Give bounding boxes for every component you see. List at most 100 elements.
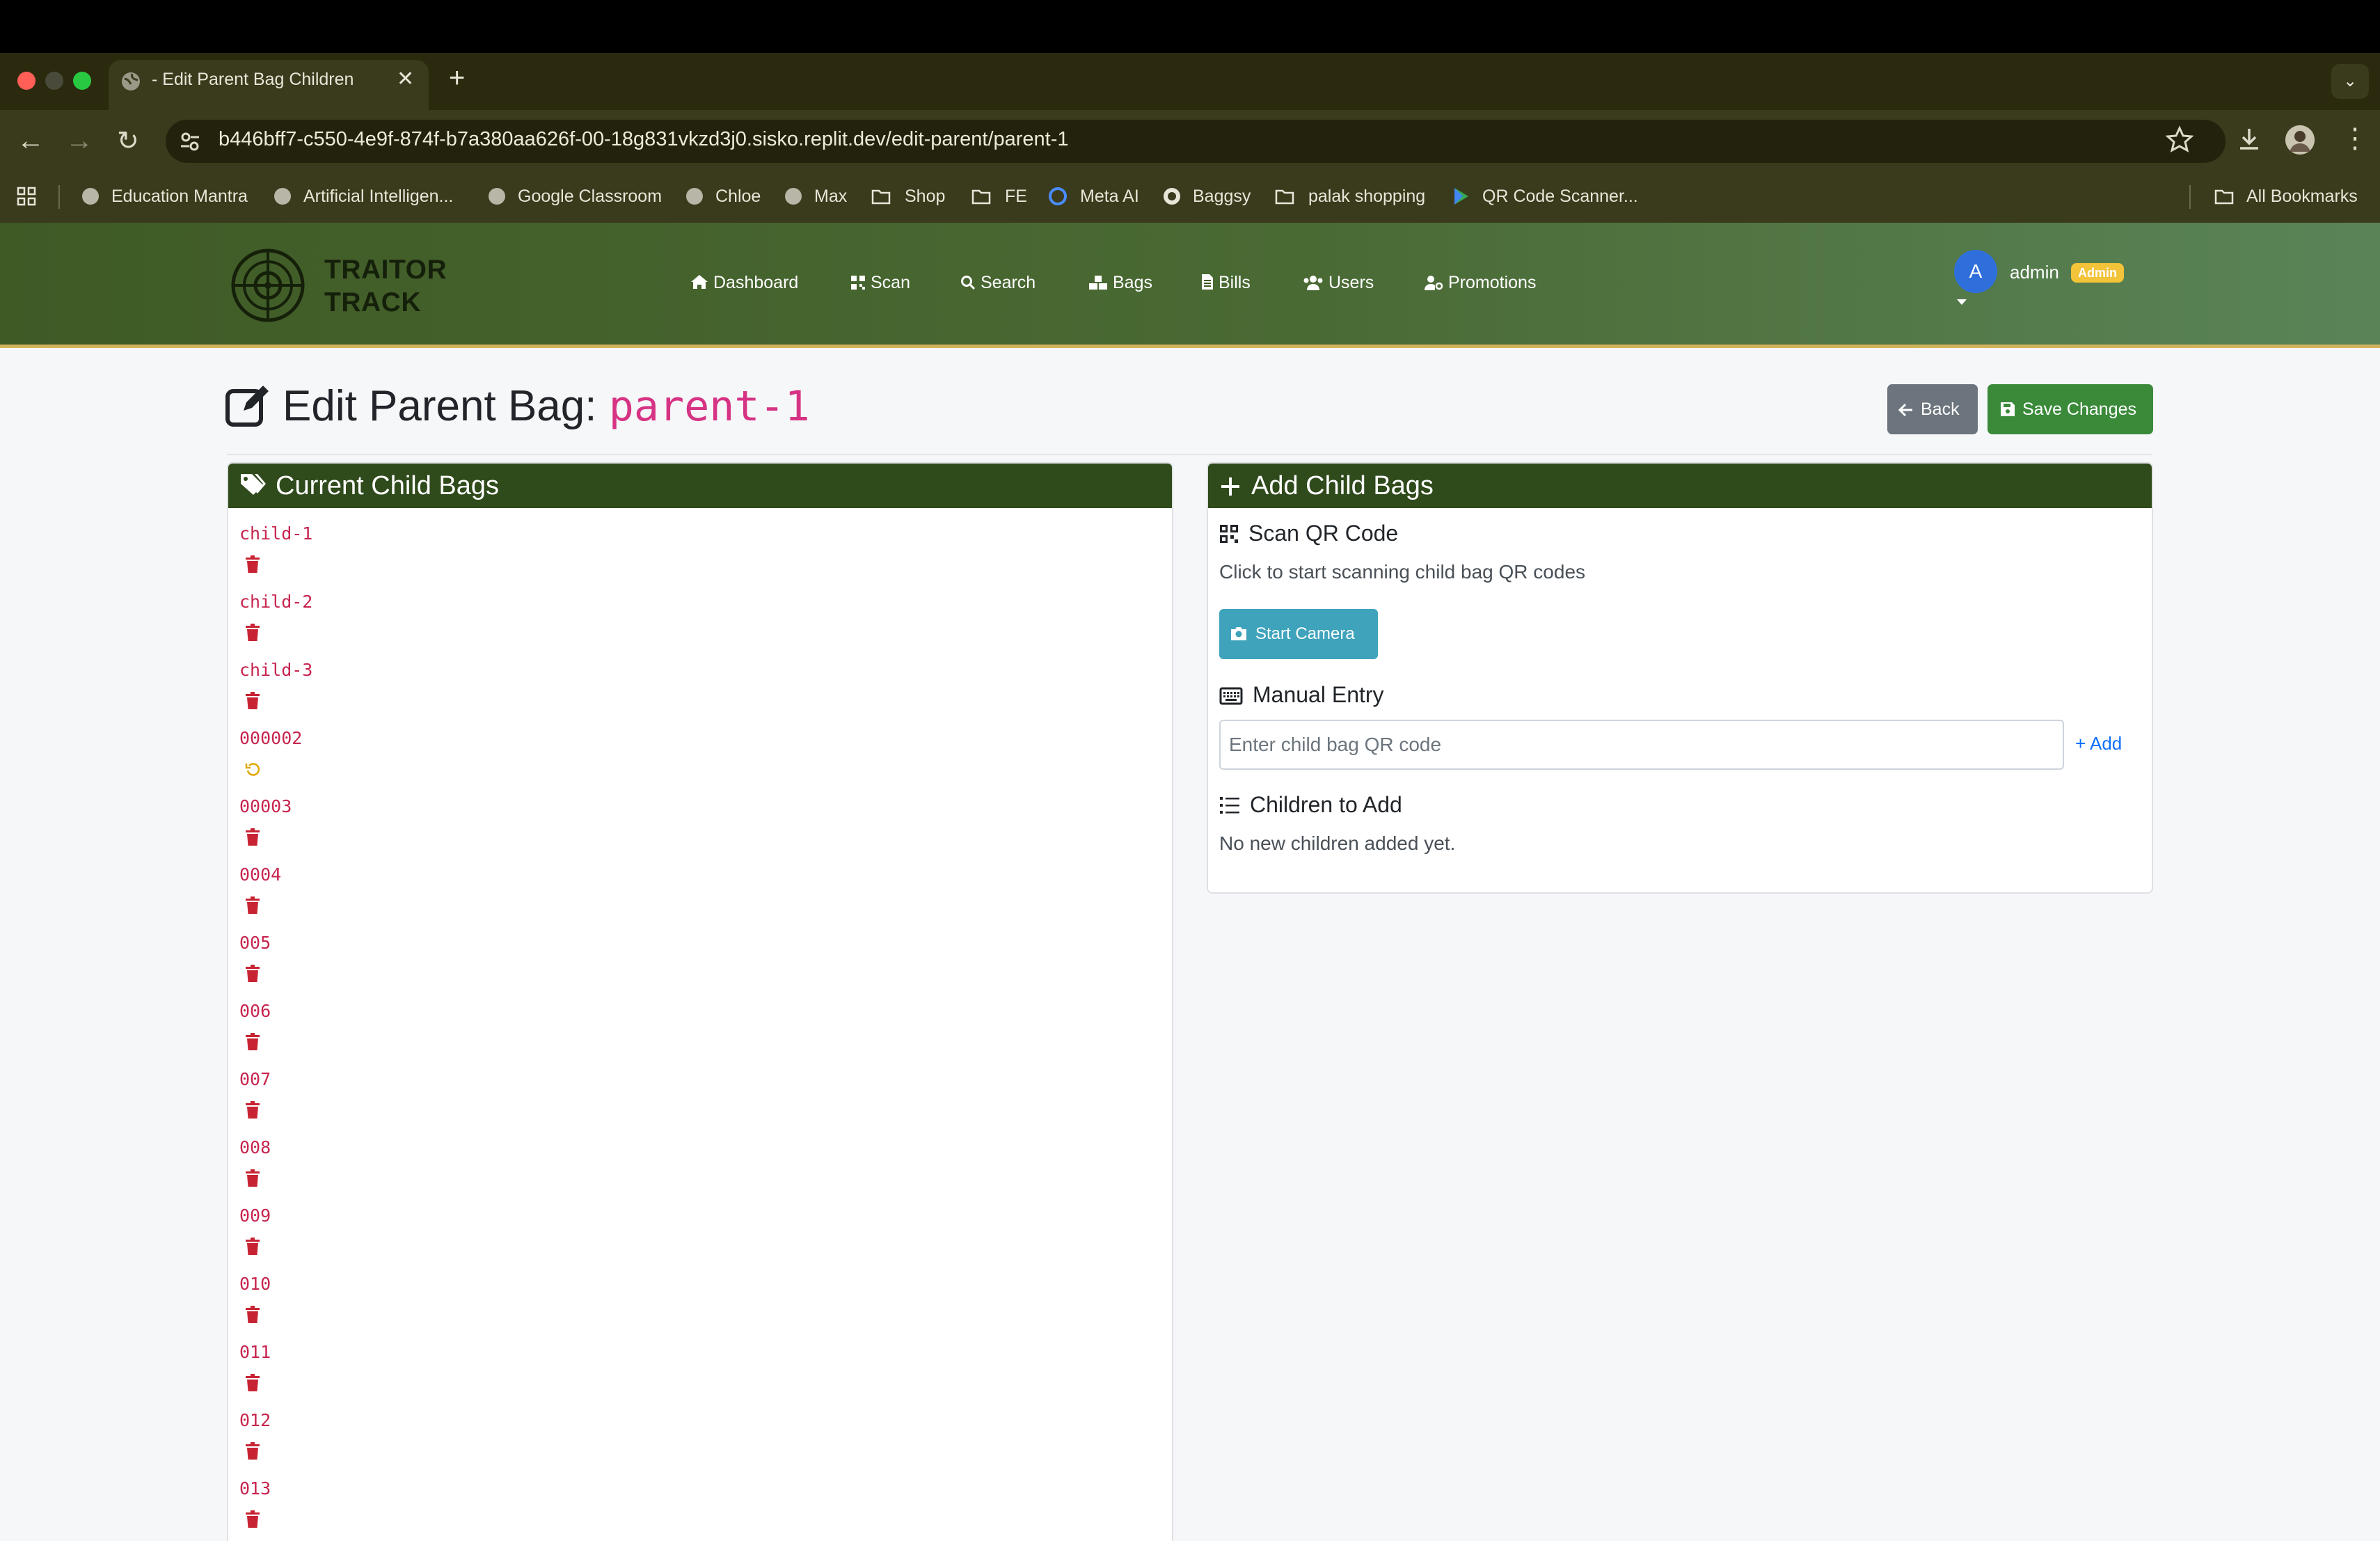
child-bag-code: child-3: [239, 660, 313, 680]
child-bag-code: 007: [239, 1069, 271, 1089]
nav-users[interactable]: Users: [1303, 273, 1374, 293]
maximize-window-button[interactable]: [73, 72, 91, 90]
tags-icon: [241, 474, 266, 495]
save-icon: [2001, 402, 2015, 416]
back-arrow-icon[interactable]: ←: [17, 125, 45, 157]
child-qr-input[interactable]: [1219, 720, 2064, 770]
reload-icon[interactable]: ↻: [117, 125, 139, 157]
bookmark-star-icon[interactable]: [2166, 125, 2193, 153]
user-menu-caret-icon[interactable]: [1957, 299, 1967, 305]
close-tab-icon[interactable]: ✕: [397, 67, 414, 91]
bookmark-item[interactable]: QR Code Scanner...: [1482, 187, 1638, 207]
nav-dashboard[interactable]: Dashboard: [690, 273, 798, 293]
globe-icon: [82, 188, 99, 205]
user-avatar[interactable]: A: [1954, 250, 1997, 293]
bookmark-item[interactable]: Google Classroom: [518, 187, 662, 207]
browser-menu-icon[interactable]: ⋮: [2341, 123, 2369, 155]
window-top-bar: [0, 0, 2380, 53]
nav-bags[interactable]: Bags: [1088, 273, 1152, 293]
qrcode-icon: [1220, 525, 1238, 543]
globe-icon: [274, 188, 291, 205]
bookmark-item[interactable]: Meta AI: [1080, 187, 1139, 207]
url-text[interactable]: b446bff7-c550-4e9f-874f-b7a380aa626f-00-…: [219, 128, 1069, 151]
nav-scan[interactable]: Scan: [850, 273, 910, 293]
delete-trash-icon[interactable]: [245, 1306, 260, 1324]
delete-trash-icon[interactable]: [245, 1169, 260, 1187]
delete-trash-icon[interactable]: [245, 896, 260, 915]
download-icon[interactable]: [2235, 125, 2263, 153]
child-bag-code: child-1: [239, 523, 313, 544]
bookmark-item[interactable]: Shop: [905, 187, 945, 207]
nav-search[interactable]: Search: [960, 273, 1036, 293]
traitor-track-logo[interactable]: [230, 247, 306, 324]
users-icon: [1303, 276, 1323, 290]
delete-trash-icon[interactable]: [245, 965, 260, 983]
apps-grid-icon[interactable]: [17, 187, 36, 206]
start-camera-button[interactable]: Start Camera: [1219, 609, 1378, 659]
list-icon: [1220, 797, 1239, 814]
site-settings-icon[interactable]: [178, 129, 202, 153]
page-title: Edit Parent Bag: parent-1: [283, 382, 810, 431]
folder-icon: [2214, 189, 2234, 205]
bookmark-item[interactable]: Baggsy: [1193, 187, 1251, 207]
forward-arrow-icon[interactable]: →: [65, 125, 93, 157]
new-tab-icon[interactable]: +: [449, 63, 465, 94]
search-icon: [961, 276, 976, 290]
undo-remove-icon[interactable]: [245, 760, 260, 778]
username[interactable]: admin: [2010, 262, 2059, 283]
child-bag-code: 000002: [239, 728, 303, 748]
globe-icon: [785, 188, 802, 205]
child-bag-code: 013: [239, 1478, 271, 1499]
delete-trash-icon[interactable]: [245, 1033, 260, 1051]
delete-trash-icon[interactable]: [245, 1442, 260, 1460]
plus-icon: [1221, 477, 1239, 496]
current-children-card: Current Child Bags: [227, 462, 1173, 1541]
tab-search-icon[interactable]: ⌄: [2331, 64, 2369, 99]
delete-trash-icon[interactable]: [245, 692, 260, 710]
arrow-left-icon: [1898, 403, 1912, 417]
manual-entry-heading: Manual Entry: [1219, 682, 1384, 708]
all-bookmarks[interactable]: All Bookmarks: [2246, 187, 2358, 207]
delete-trash-icon[interactable]: [245, 624, 260, 642]
globe-icon: [686, 188, 703, 205]
child-bag-code: 00003: [239, 796, 292, 816]
folder-icon: [971, 189, 991, 205]
minimize-window-button[interactable]: [45, 72, 63, 90]
bookmark-item[interactable]: Chloe: [715, 187, 761, 207]
brand-name[interactable]: TRAITOR TRACK: [324, 253, 447, 319]
delete-trash-icon[interactable]: [245, 1374, 260, 1392]
child-bag-code: 012: [239, 1410, 271, 1430]
close-window-button[interactable]: [17, 72, 35, 90]
baggsy-icon: [1164, 188, 1180, 205]
back-button[interactable]: Back: [1887, 384, 1978, 434]
child-bag-code: 006: [239, 1001, 271, 1021]
child-bag-code: 0004: [239, 864, 282, 885]
folder-icon: [871, 189, 891, 205]
delete-trash-icon[interactable]: [245, 1510, 260, 1528]
add-child-button[interactable]: + Add: [2075, 733, 2122, 754]
profile-avatar-icon[interactable]: [2285, 125, 2315, 155]
boxes-icon: [1089, 276, 1107, 290]
home-icon: [691, 275, 708, 289]
bookmark-item[interactable]: palak shopping: [1308, 187, 1425, 207]
delete-trash-icon[interactable]: [245, 555, 260, 574]
nav-bills[interactable]: Bills: [1201, 273, 1251, 293]
bookmark-item[interactable]: Education Mantra: [111, 187, 248, 207]
role-badge: Admin: [2071, 263, 2124, 283]
bookmark-item[interactable]: Max: [814, 187, 847, 207]
meta-ai-icon: [1049, 187, 1067, 205]
tab-title: - Edit Parent Bag Children: [152, 70, 354, 89]
delete-trash-icon[interactable]: [245, 828, 260, 846]
scan-qr-heading: Scan QR Code: [1219, 521, 1398, 546]
bookmark-item[interactable]: Artificial Intelligen...: [303, 187, 453, 207]
delete-trash-icon[interactable]: [245, 1101, 260, 1119]
nav-promotions[interactable]: Promotions: [1424, 273, 1536, 293]
globe-icon: [489, 188, 505, 205]
delete-trash-icon[interactable]: [245, 1238, 260, 1256]
globe-icon: [122, 72, 140, 90]
child-bag-code: 009: [239, 1206, 271, 1226]
bookmark-item[interactable]: FE: [1005, 187, 1027, 207]
child-bag-code: 008: [239, 1137, 271, 1157]
save-changes-button[interactable]: Save Changes: [1988, 384, 2153, 434]
card-header: Current Child Bags: [228, 464, 1172, 508]
